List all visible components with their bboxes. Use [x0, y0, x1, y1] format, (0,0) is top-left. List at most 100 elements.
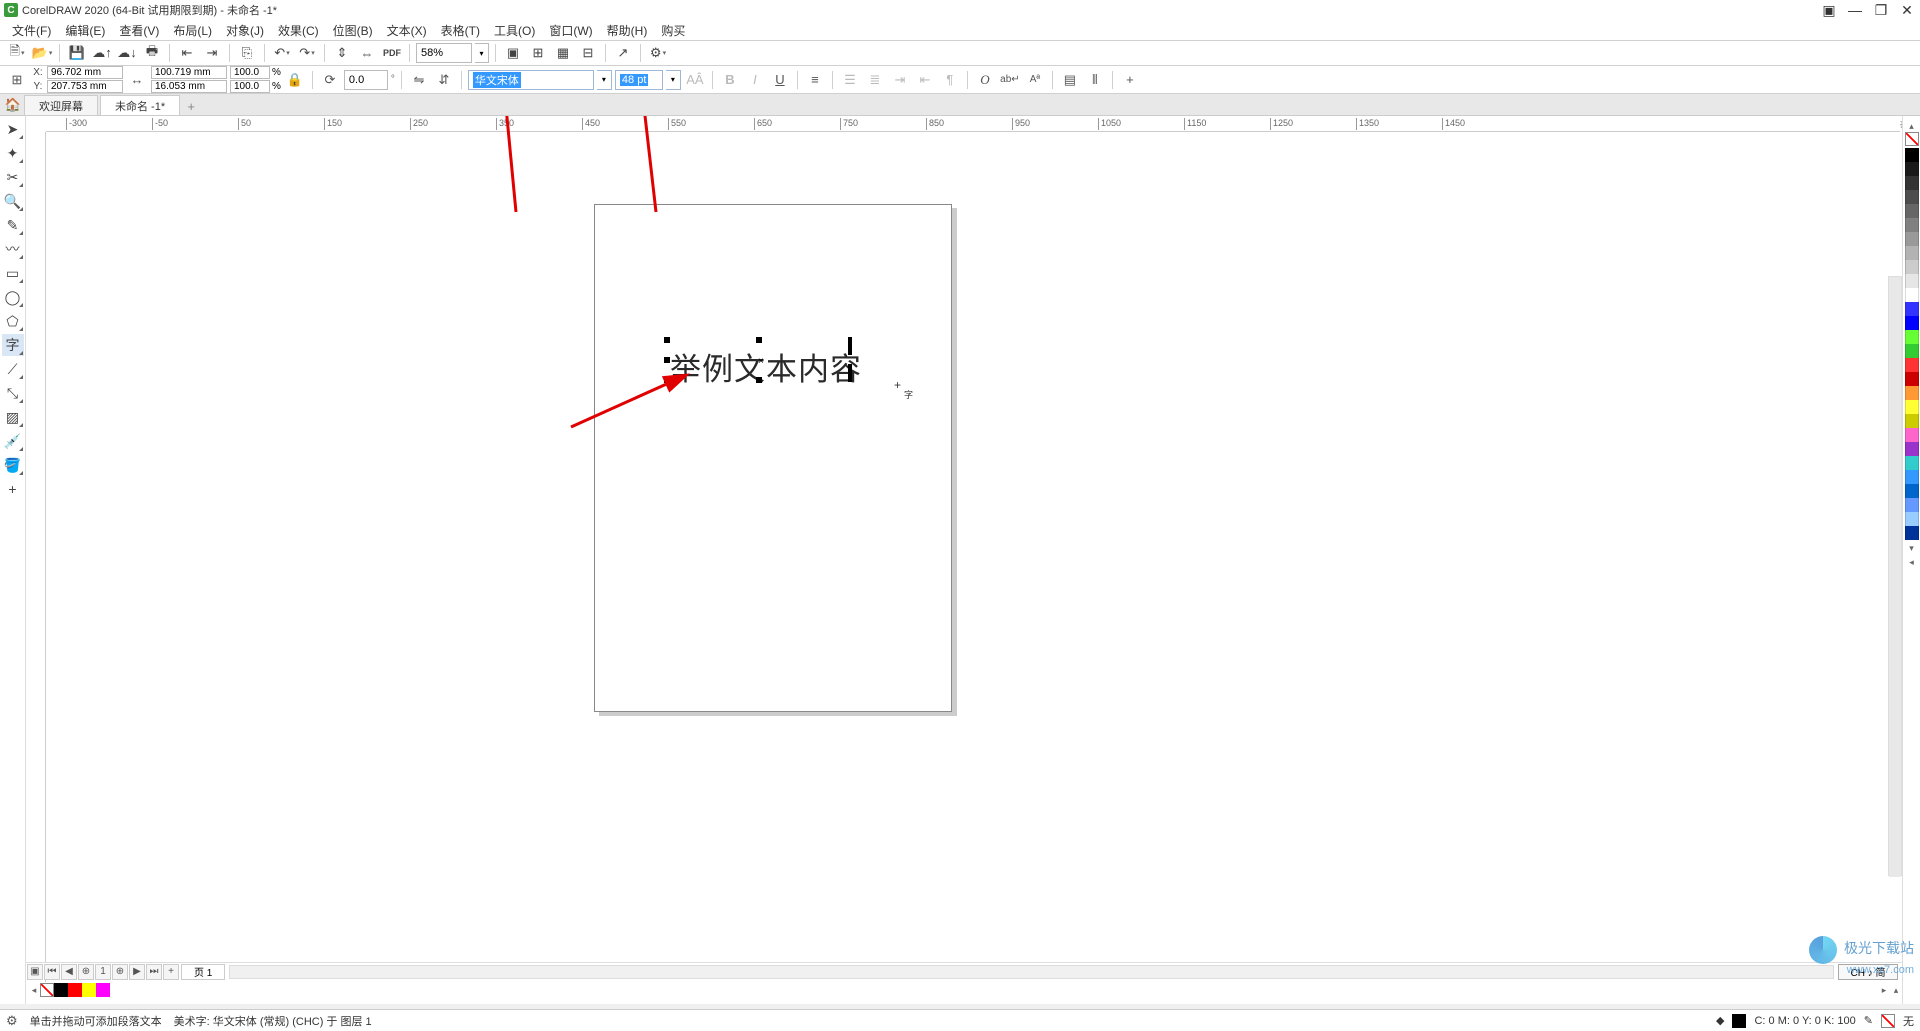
fill-indicator-icon[interactable]: ◆	[1716, 1014, 1724, 1027]
doc-color-swatch[interactable]	[96, 983, 110, 997]
variable-font-button[interactable]: AÂ	[684, 69, 706, 91]
menu-j[interactable]: 对象(J)	[220, 20, 270, 41]
launch-button[interactable]: ↗	[612, 42, 634, 64]
page-count-button[interactable]: 1	[95, 964, 111, 980]
color-swatch[interactable]	[1905, 162, 1919, 176]
color-swatch[interactable]	[1905, 526, 1919, 540]
menu-[interactable]: 购买	[655, 20, 691, 41]
color-swatch[interactable]	[1905, 414, 1919, 428]
menu-c[interactable]: 效果(C)	[272, 20, 325, 41]
selection-handle[interactable]	[664, 357, 670, 363]
doc-color-swatch[interactable]	[54, 983, 68, 997]
new-button[interactable]: 🗎	[6, 42, 28, 64]
width-input[interactable]	[151, 66, 227, 79]
mirror-h-button[interactable]: ⇋	[408, 69, 430, 91]
open-button[interactable]: 📂	[31, 42, 53, 64]
home-icon[interactable]: 🏠	[2, 95, 24, 115]
selection-handle[interactable]	[664, 377, 670, 383]
rectangle-tool[interactable]: ▭	[2, 262, 24, 284]
x-input[interactable]	[47, 66, 123, 79]
menu-w[interactable]: 窗口(W)	[543, 20, 598, 41]
vertical-scrollbar[interactable]	[1888, 276, 1902, 876]
italic-button[interactable]: I	[744, 69, 766, 91]
text-direction-button[interactable]: ab↵	[999, 69, 1021, 91]
zoom-dropdown[interactable]: ▾	[475, 43, 489, 63]
fill-tool[interactable]: 🪣	[2, 454, 24, 476]
connector-tool[interactable]: ⤡	[2, 382, 24, 404]
next-page-button[interactable]: ▶	[129, 964, 145, 980]
menu-o[interactable]: 工具(O)	[488, 20, 541, 41]
menu-t[interactable]: 表格(T)	[435, 20, 486, 41]
close-icon[interactable]: ✕	[1898, 3, 1916, 17]
options-button[interactable]: ⚙	[647, 42, 669, 64]
export-button[interactable]: ⇥	[201, 42, 223, 64]
mirror-v-button[interactable]: ⇵	[433, 69, 455, 91]
font-family-dropdown[interactable]: ▾	[597, 70, 612, 90]
print-button[interactable]: 🖶	[141, 42, 163, 64]
selection-handle[interactable]	[664, 337, 670, 343]
doc-palette-right-button[interactable]: ▸	[1878, 983, 1890, 997]
vertical-ruler[interactable]	[26, 132, 46, 984]
guides-button[interactable]: ⊟	[577, 42, 599, 64]
doc-color-swatch[interactable]	[82, 983, 96, 997]
doc-color-swatch[interactable]	[68, 983, 82, 997]
pick-tool[interactable]: ➤	[2, 118, 24, 140]
menu-b[interactable]: 位图(B)	[327, 20, 379, 41]
grid-button[interactable]: ▦	[552, 42, 574, 64]
lock-ratio-button[interactable]: 🔒	[284, 69, 306, 91]
rotation-input[interactable]	[344, 70, 388, 90]
notify-icon[interactable]: ▣	[1820, 3, 1838, 17]
color-swatch[interactable]	[1905, 470, 1919, 484]
number-list-button[interactable]: ≣	[864, 69, 886, 91]
bold-button[interactable]: B	[719, 69, 741, 91]
dropcap-button[interactable]: ¶	[939, 69, 961, 91]
color-swatch[interactable]	[1905, 190, 1919, 204]
import-button[interactable]: ⇤	[176, 42, 198, 64]
color-swatch[interactable]	[1905, 484, 1919, 498]
menu-v[interactable]: 查看(V)	[113, 20, 165, 41]
menu-x[interactable]: 文本(X)	[381, 20, 433, 41]
outline-indicator-icon[interactable]: ✎	[1864, 1014, 1873, 1027]
menu-e[interactable]: 编辑(E)	[59, 20, 111, 41]
no-fill-swatch[interactable]	[1905, 132, 1919, 146]
prev-page-button[interactable]: ◀	[61, 964, 77, 980]
doc-palette-left-button[interactable]: ◂	[28, 983, 40, 997]
horizontal-ruler[interactable]: -300-50501502503504505506507508509501050…	[46, 116, 1900, 132]
color-swatch[interactable]	[1905, 232, 1919, 246]
menu-f[interactable]: 文件(F)	[6, 20, 57, 41]
color-swatch[interactable]	[1905, 218, 1919, 232]
indent-dec-button[interactable]: ⇤	[914, 69, 936, 91]
doc-no-fill-swatch[interactable]	[40, 983, 54, 997]
color-swatch[interactable]	[1905, 330, 1919, 344]
save-button[interactable]: 💾	[66, 42, 88, 64]
undo-button[interactable]: ↶	[271, 42, 293, 64]
artistic-text-object[interactable]: 举例文本内容	[670, 344, 862, 389]
align-horiz-button[interactable]: ⇔	[356, 42, 378, 64]
text-frame-button[interactable]: ▤	[1059, 69, 1081, 91]
color-swatch[interactable]	[1905, 400, 1919, 414]
copy-button[interactable]: ⎘	[236, 42, 258, 64]
crop-tool[interactable]: ✂	[2, 166, 24, 188]
cloud-down-button[interactable]: ☁↓	[116, 42, 138, 64]
effects-tool[interactable]: ▨	[2, 406, 24, 428]
page-expand-button[interactable]: ▣	[27, 964, 43, 980]
selection-handle[interactable]	[848, 364, 852, 382]
fill-color-chip[interactable]	[1732, 1014, 1746, 1028]
selection-handle[interactable]	[848, 337, 852, 355]
color-swatch[interactable]	[1905, 344, 1919, 358]
minimize-icon[interactable]: —	[1846, 3, 1864, 17]
zoom-tool[interactable]: 🔍	[2, 190, 24, 212]
add-tool[interactable]: +	[2, 478, 24, 500]
y-input[interactable]	[47, 80, 123, 93]
horizontal-scrollbar[interactable]	[229, 965, 1834, 979]
fullscreen-button[interactable]: ▣	[502, 42, 524, 64]
columns-button[interactable]: ⦀	[1084, 69, 1106, 91]
color-swatch[interactable]	[1905, 512, 1919, 526]
polygon-tool[interactable]: ⬠	[2, 310, 24, 332]
tab-add-button[interactable]: +	[182, 97, 200, 115]
palette-expand-button[interactable]: ◂	[1905, 556, 1919, 568]
color-swatch[interactable]	[1905, 428, 1919, 442]
palette-down-button[interactable]: ▾	[1905, 542, 1919, 554]
indent-inc-button[interactable]: ⇥	[889, 69, 911, 91]
dimension-tool[interactable]: ⟋	[2, 358, 24, 380]
